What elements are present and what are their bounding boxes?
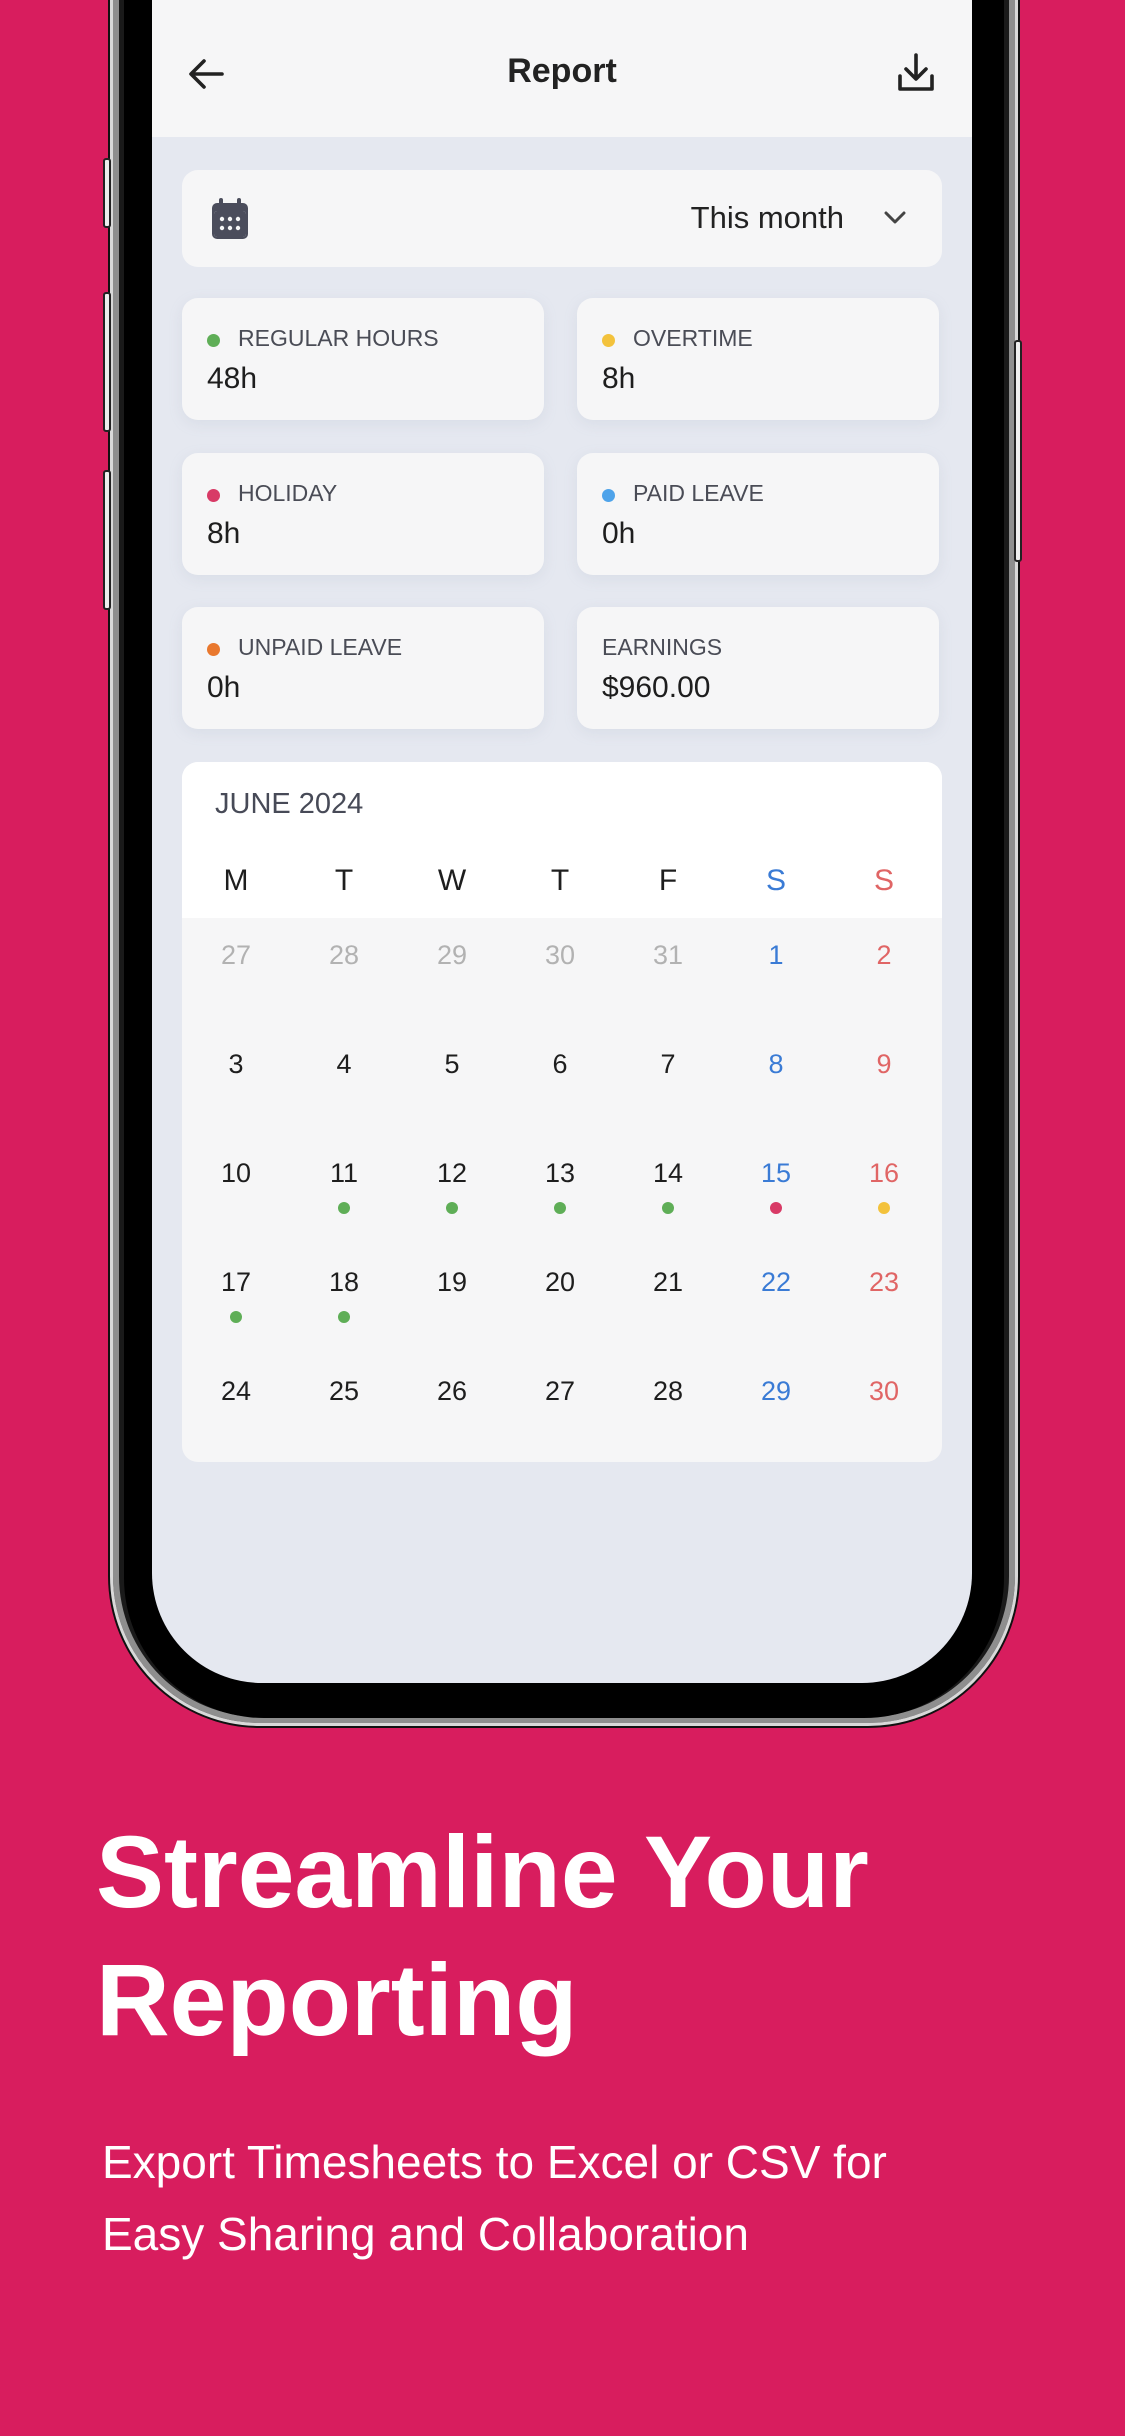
phone-volume-up-button (103, 292, 111, 432)
calendar-day[interactable]: 1 (722, 940, 830, 971)
overtime-dot (602, 334, 615, 347)
calendar-header: JUNE 2024 M T W T F S S (182, 762, 942, 918)
calendar-day[interactable]: 22 (722, 1267, 830, 1298)
headline-line-2: Reporting (96, 1943, 578, 2057)
regular-hours-dot (207, 334, 220, 347)
month-calendar: JUNE 2024 M T W T F S S 27 28 29 30 31 1 2 3 4 5 6… (182, 762, 942, 1462)
day-entry-marker-regular (662, 1202, 674, 1214)
stat-label: UNPAID LEAVE (238, 634, 403, 660)
weekday-label: S (873, 864, 894, 897)
weekday-label: M (223, 864, 249, 897)
stat-card-holiday: HOLIDAY 8h (182, 453, 544, 575)
subline-line-2: Easy Sharing and Collaboration (102, 2208, 749, 2260)
stat-card-regular-hours: REGULAR HOURS 48h (182, 298, 544, 420)
calendar-day[interactable]: 10 (182, 1158, 290, 1189)
date-range-dropdown[interactable]: This month (182, 170, 942, 267)
calendar-day[interactable]: 29 (398, 940, 506, 971)
calendar-day[interactable]: 15 (722, 1158, 830, 1189)
headline-line-1: Streamline Your (96, 1815, 869, 1929)
stat-card-unpaid-leave: UNPAID LEAVE 0h (182, 607, 544, 729)
calendar-icon (212, 198, 248, 239)
download-icon (898, 53, 934, 91)
calendar-month-label: JUNE 2024 (215, 788, 364, 820)
calendar-day[interactable]: 27 (506, 1376, 614, 1407)
calendar-day[interactable]: 25 (290, 1376, 398, 1407)
calendar-day[interactable]: 11 (290, 1158, 398, 1189)
calendar-day[interactable]: 18 (290, 1267, 398, 1298)
stat-value: 0h (207, 671, 241, 704)
calendar-day[interactable]: 14 (614, 1158, 722, 1189)
page-title: Report (507, 52, 617, 90)
calendar-day[interactable]: 8 (722, 1049, 830, 1080)
day-entry-marker-regular (338, 1311, 350, 1323)
calendar-day[interactable]: 21 (614, 1267, 722, 1298)
weekday-label: T (334, 864, 354, 897)
stat-value: 8h (602, 362, 636, 395)
stat-label: HOLIDAY (238, 480, 338, 506)
stat-card-paid-leave: PAID LEAVE 0h (577, 453, 939, 575)
calendar-day[interactable]: 30 (506, 940, 614, 971)
stat-value: 48h (207, 362, 258, 395)
calendar-day[interactable]: 23 (830, 1267, 938, 1298)
marketing-subheadline: Export Timesheets to Excel or CSV for Ea… (102, 2126, 1062, 2270)
calendar-day[interactable]: 20 (506, 1267, 614, 1298)
day-entry-marker-holiday (770, 1202, 782, 1214)
stat-value: $960.00 (602, 671, 711, 704)
stat-card-overtime: OVERTIME 8h (577, 298, 939, 420)
calendar-day[interactable]: 26 (398, 1376, 506, 1407)
paid-leave-dot (602, 489, 615, 502)
stat-value: 0h (602, 517, 636, 550)
calendar-day[interactable]: 3 (182, 1049, 290, 1080)
calendar-day[interactable]: 12 (398, 1158, 506, 1189)
calendar-day[interactable]: 4 (290, 1049, 398, 1080)
calendar-day[interactable]: 24 (182, 1376, 290, 1407)
calendar-day[interactable]: 28 (614, 1376, 722, 1407)
subline-line-1: Export Timesheets to Excel or CSV for (102, 2136, 887, 2188)
calendar-day[interactable]: 5 (398, 1049, 506, 1080)
calendar-day[interactable]: 13 (506, 1158, 614, 1189)
chevron-down-icon (884, 211, 906, 224)
stat-label: OVERTIME (633, 325, 753, 351)
day-entry-marker-regular (230, 1311, 242, 1323)
calendar-day[interactable]: 28 (290, 940, 398, 971)
calendar-day[interactable]: 7 (614, 1049, 722, 1080)
calendar-day[interactable]: 6 (506, 1049, 614, 1080)
phone-power-button (1014, 340, 1022, 562)
calendar-day[interactable]: 16 (830, 1158, 938, 1189)
calendar-day[interactable]: 29 (722, 1376, 830, 1407)
day-entry-marker-regular (446, 1202, 458, 1214)
phone-volume-down-button (103, 470, 111, 610)
calendar-day[interactable]: 27 (182, 940, 290, 971)
weekday-label: S (765, 864, 786, 897)
download-button[interactable] (896, 52, 936, 94)
holiday-dot (207, 489, 220, 502)
day-entry-marker-regular (554, 1202, 566, 1214)
app-screen: Report This month REGULAR HOURS 48h OVER… (152, 0, 972, 1683)
stat-value: 8h (207, 517, 241, 550)
day-entry-marker-overtime (878, 1202, 890, 1214)
stat-label: EARNINGS (602, 634, 723, 660)
stat-label: PAID LEAVE (633, 480, 764, 506)
phone-side-button (103, 158, 111, 228)
marketing-headline: Streamline Your Reporting (96, 1808, 869, 2064)
day-entry-marker-regular (338, 1202, 350, 1214)
date-range-value: This month (690, 200, 844, 235)
unpaid-leave-dot (207, 643, 220, 656)
calendar-day[interactable]: 2 (830, 940, 938, 971)
app-header: Report (152, 0, 972, 137)
calendar-day[interactable]: 19 (398, 1267, 506, 1298)
calendar-day[interactable]: 30 (830, 1376, 938, 1407)
stat-label: REGULAR HOURS (238, 325, 439, 351)
calendar-day[interactable]: 9 (830, 1049, 938, 1080)
calendar-day[interactable]: 31 (614, 940, 722, 971)
calendar-day[interactable]: 17 (182, 1267, 290, 1298)
weekday-label: W (437, 864, 467, 897)
stat-card-earnings: EARNINGS $960.00 (577, 607, 939, 729)
weekday-label: T (550, 864, 570, 897)
weekday-label: F (658, 864, 678, 897)
